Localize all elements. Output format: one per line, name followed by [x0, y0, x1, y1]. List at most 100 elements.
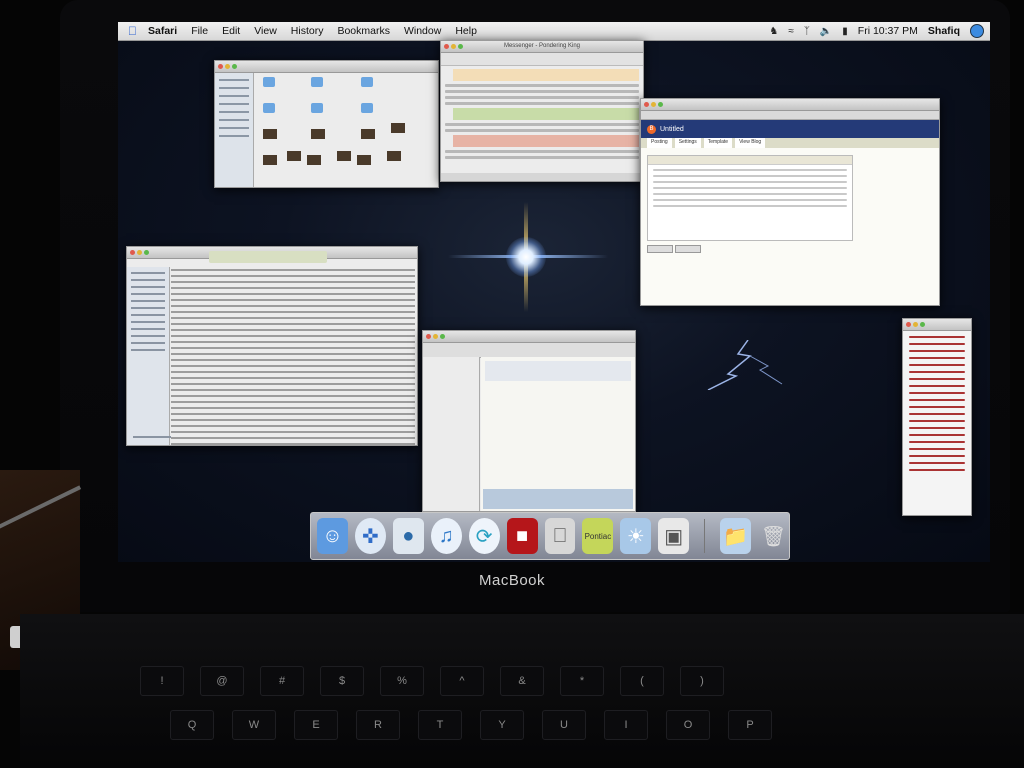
menu-clock[interactable]: Fri 10:37 PM: [858, 25, 918, 37]
wallpaper-flare: [506, 237, 546, 277]
close-icon[interactable]: [426, 334, 431, 339]
preview-icon[interactable]: ☀: [620, 518, 652, 554]
itunes-window[interactable]: [126, 246, 418, 446]
messenger-titlebar[interactable]: Messenger - Pondering King: [441, 41, 643, 53]
safari-address-bar[interactable]: [641, 111, 939, 120]
photo-thumbnail[interactable]: [263, 129, 277, 139]
blogger-tabs: Posting Settings Template View Blog: [641, 138, 939, 148]
menu-window[interactable]: Window: [404, 25, 441, 37]
keyboard-key: R: [356, 710, 400, 740]
wallpaper-lightning: [707, 340, 783, 390]
message-text: [441, 150, 643, 159]
menu-bookmarks[interactable]: Bookmarks: [337, 25, 390, 37]
tab-settings[interactable]: Settings: [674, 138, 701, 148]
blogger-logo-icon: B: [647, 124, 656, 134]
menu-edit[interactable]: Edit: [222, 25, 240, 37]
messenger-title: Messenger - Pondering King: [503, 43, 581, 49]
menu-app-name[interactable]: Safari: [148, 25, 177, 37]
folder-icon[interactable]: [311, 77, 323, 87]
keyboard-key: *: [560, 666, 604, 696]
screen:  Safari File Edit View History Bookmark…: [118, 22, 990, 562]
photo-thumbnail[interactable]: [311, 129, 325, 139]
mail-window[interactable]: [422, 330, 636, 512]
mail-titlebar[interactable]: [423, 331, 635, 343]
minimize-icon[interactable]: [433, 334, 438, 339]
keyboard-key: P: [728, 710, 772, 740]
tab-view-blog[interactable]: View Blog: [735, 138, 766, 148]
folder-icon[interactable]: [263, 77, 275, 87]
minimize-icon[interactable]: [137, 250, 142, 255]
itunes-lcd-display: [209, 251, 327, 263]
wifi-icon[interactable]: ≈: [788, 26, 794, 37]
safari-blogger-window[interactable]: B Untitled Posting Settings Template Vie…: [640, 98, 940, 306]
trash-icon[interactable]: 🗑: [758, 518, 789, 554]
finder-icon[interactable]: ☺: [317, 518, 348, 554]
photo-booth-icon[interactable]: ■: [506, 518, 538, 554]
macbook-logo: MacBook: [478, 572, 546, 589]
photo-thumbnail[interactable]: [391, 123, 405, 133]
messenger-icon[interactable]: ⟳: [468, 518, 500, 554]
finder-window[interactable]: [214, 60, 439, 188]
messenger-window[interactable]: Messenger - Pondering King: [440, 40, 644, 182]
menu-history[interactable]: History: [291, 25, 324, 37]
menu-view[interactable]: View: [254, 25, 277, 37]
zoom-icon[interactable]: [440, 334, 445, 339]
photo-thumbnail[interactable]: [307, 155, 321, 165]
minimize-icon[interactable]: [651, 102, 656, 107]
photo-thumbnail[interactable]: [361, 129, 375, 139]
photo-thumbnail[interactable]: [287, 151, 301, 161]
menu-help[interactable]: Help: [455, 25, 477, 37]
photos-app-icon[interactable]: ▣: [658, 518, 690, 554]
minimize-icon[interactable]: [225, 64, 230, 69]
minimize-icon[interactable]: [913, 322, 918, 327]
battery-icon[interactable]: ▮: [842, 26, 848, 37]
close-icon[interactable]: [130, 250, 135, 255]
system-prefs-icon[interactable]: : [544, 518, 576, 554]
photo-thumbnail[interactable]: [357, 155, 371, 165]
volume-icon[interactable]: 🔈: [820, 26, 832, 37]
finder-titlebar[interactable]: [215, 61, 438, 73]
zoom-icon[interactable]: [144, 250, 149, 255]
itunes-source-list: [127, 267, 171, 445]
save-draft-button[interactable]: [675, 245, 701, 253]
menu-file[interactable]: File: [191, 25, 208, 37]
documents-folder-icon[interactable]: 📁: [720, 518, 751, 554]
safari-titlebar[interactable]: [641, 99, 939, 111]
menu-user[interactable]: Shafiq: [928, 25, 960, 37]
keyboard-key: ): [680, 666, 724, 696]
scripts-icon[interactable]: ♞: [769, 26, 778, 37]
close-icon[interactable]: [218, 64, 223, 69]
folder-icon[interactable]: [263, 103, 275, 113]
keyboard-key: $: [320, 666, 364, 696]
iphoto-icon[interactable]: ●: [392, 518, 424, 554]
folder-icon[interactable]: [311, 103, 323, 113]
sidebar-list: [903, 336, 971, 471]
photo-thumbnail[interactable]: [387, 151, 401, 161]
itunes-icon[interactable]: ♫: [430, 518, 462, 554]
zoom-icon[interactable]: [920, 322, 925, 327]
keyboard-key: Y: [480, 710, 524, 740]
bluetooth-icon[interactable]: ᛉ: [804, 26, 810, 37]
spotlight-icon[interactable]: [970, 24, 984, 38]
close-icon[interactable]: [906, 322, 911, 327]
folder-icon[interactable]: [361, 77, 373, 87]
folder-icon[interactable]: [361, 103, 373, 113]
zoom-icon[interactable]: [232, 64, 237, 69]
tab-template[interactable]: Template: [703, 138, 733, 148]
post-editor[interactable]: [647, 155, 853, 241]
tab-posting[interactable]: Posting: [647, 138, 672, 148]
narrow-sidebar-window[interactable]: [902, 318, 972, 516]
photo-thumbnail[interactable]: [263, 155, 277, 165]
apple-menu-icon[interactable]: : [128, 24, 140, 38]
mail-message-pane: [481, 357, 635, 511]
safari-icon[interactable]: ✜: [354, 518, 386, 554]
photo-thumbnail[interactable]: [337, 151, 351, 161]
close-icon[interactable]: [644, 102, 649, 107]
sidebar-titlebar[interactable]: [903, 319, 971, 331]
message-list-row[interactable]: [485, 361, 631, 381]
publish-post-button[interactable]: [647, 245, 673, 253]
mail-preview-banner: [483, 489, 633, 509]
pontiac-icon[interactable]: Pontiac: [582, 518, 614, 554]
zoom-icon[interactable]: [658, 102, 663, 107]
mail-toolbar: [423, 343, 635, 358]
